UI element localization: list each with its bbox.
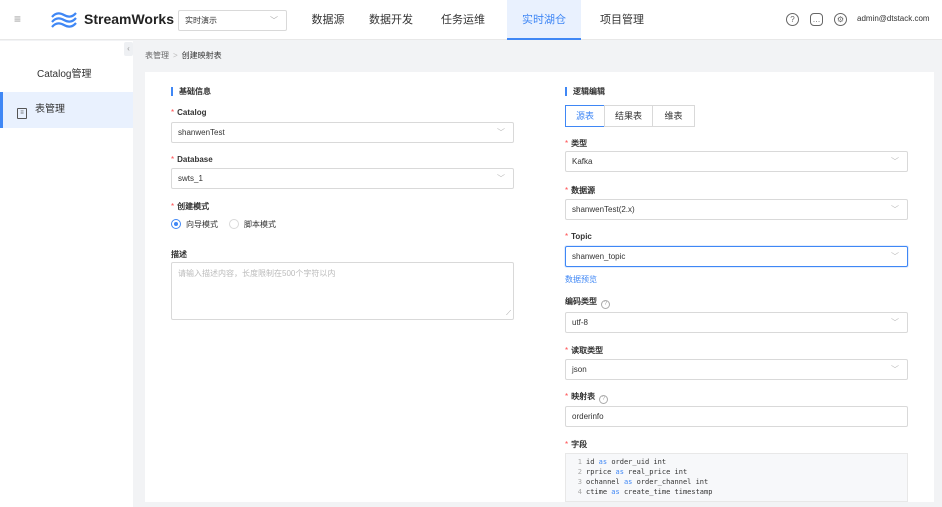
data-preview-link[interactable]: 数据预览 bbox=[565, 274, 597, 285]
settings-icon[interactable]: ⚙ bbox=[834, 13, 847, 26]
encoding-select-value: utf-8 bbox=[572, 318, 589, 327]
read-type-select-value: json bbox=[572, 365, 587, 374]
tab-result-table[interactable]: 结果表 bbox=[604, 105, 653, 127]
project-select-value: 实时演示 bbox=[185, 16, 217, 25]
sidebar-item-tables[interactable]: ≡ 表管理 bbox=[0, 92, 133, 128]
code-line: 3 ochannel as order_channel int bbox=[577, 478, 709, 486]
sidebar-item-label: 表管理 bbox=[35, 104, 65, 115]
read-type-select[interactable]: json ﹀ bbox=[565, 359, 908, 380]
chevron-down-icon: ﹀ bbox=[270, 16, 278, 25]
table-icon: ≡ bbox=[17, 108, 27, 119]
mode-label: * 创建模式 bbox=[171, 202, 210, 211]
radio-checked-icon bbox=[171, 219, 181, 229]
mapping-table-label: * 映射表? bbox=[565, 391, 609, 404]
encoding-label: 编码类型? bbox=[565, 296, 610, 309]
read-type-label: * 读取类型 bbox=[565, 346, 604, 355]
breadcrumb-parent[interactable]: 表管理 bbox=[145, 51, 169, 60]
nav-dev[interactable]: 数据开发 bbox=[363, 0, 419, 40]
topic-select[interactable]: shanwen_topic ﹀ bbox=[565, 246, 908, 267]
sidebar-item-catalog[interactable]: Catalog管理 bbox=[0, 57, 133, 93]
sidebar-item-label: Catalog管理 bbox=[37, 69, 92, 80]
type-select[interactable]: Kafka ﹀ bbox=[565, 151, 908, 172]
radio-unchecked-icon bbox=[229, 219, 239, 229]
breadcrumb-current: 创建映射表 bbox=[181, 51, 222, 60]
topic-label: * Topic bbox=[565, 232, 592, 241]
chevron-down-icon: ﹀ bbox=[497, 174, 505, 183]
project-select[interactable]: 实时演示 ﹀ bbox=[178, 10, 287, 31]
tab-dimension-table[interactable]: 维表 bbox=[652, 105, 695, 127]
mapping-table-input[interactable]: orderinfo bbox=[565, 406, 908, 427]
mapping-table-value: orderinfo bbox=[572, 412, 604, 421]
catalog-select[interactable]: shanwenTest ﹀ bbox=[171, 122, 514, 143]
basic-info-title: 基础信息 bbox=[171, 87, 211, 96]
catalog-select-value: shanwenTest bbox=[178, 128, 225, 137]
chevron-down-icon: ﹀ bbox=[891, 205, 899, 214]
menu-icon[interactable]: ≡ bbox=[14, 13, 26, 25]
fields-label: * 字段 bbox=[565, 440, 588, 449]
description-label: 描述 bbox=[171, 250, 187, 259]
nav-datasource[interactable]: 数据源 bbox=[305, 0, 351, 40]
logic-edit-title: 逻辑编辑 bbox=[565, 87, 605, 96]
mode-script-radio[interactable]: 脚本模式 bbox=[229, 219, 276, 230]
brand-name: StreamWorks bbox=[84, 11, 175, 27]
description-placeholder: 请输入描述内容，长度限制在500个字符以内 bbox=[178, 269, 336, 278]
type-label: * 类型 bbox=[565, 139, 588, 148]
streamworks-logo[interactable] bbox=[49, 9, 79, 31]
datasource-label: * 数据源 bbox=[565, 186, 596, 195]
code-line: 1 id as order_uid int bbox=[577, 458, 667, 466]
catalog-label: * Catalog bbox=[171, 108, 207, 117]
form-panel: 基础信息 * Catalog shanwenTest ﹀ * Database sw… bbox=[145, 72, 934, 502]
resize-handle-icon[interactable]: ⟋ bbox=[506, 310, 511, 318]
sidebar: Catalog管理 ≡ 表管理 bbox=[0, 41, 133, 507]
datasource-select[interactable]: shanwenTest(2.x) ﹀ bbox=[565, 199, 908, 220]
breadcrumb: 表管理 > 创建映射表 bbox=[145, 50, 222, 61]
chevron-down-icon: ﹀ bbox=[497, 128, 505, 137]
code-line: 4 ctime as create_time timestamp bbox=[577, 488, 713, 496]
help-icon[interactable]: ? bbox=[601, 300, 610, 309]
fields-code-editor[interactable]: 1 id as order_uid int 2 rprice as real_pri… bbox=[565, 453, 908, 502]
chevron-down-icon: ﹀ bbox=[891, 252, 899, 261]
mode-guided-radio[interactable]: 向导模式 bbox=[171, 219, 218, 230]
code-line: 2 rprice as real_price int bbox=[577, 468, 688, 476]
nav-lakehouse[interactable]: 实时湖仓 bbox=[507, 0, 581, 40]
chevron-down-icon: ﹀ bbox=[891, 365, 899, 374]
description-textarea[interactable]: 请输入描述内容，长度限制在500个字符以内 ⟋ bbox=[171, 262, 514, 320]
top-bar: ≡ StreamWorks 实时演示 ﹀ 数据源 数据开发 任务运维 实时湖仓 … bbox=[0, 0, 942, 40]
nav-ops[interactable]: 任务运维 bbox=[435, 0, 491, 40]
help-icon[interactable]: ? bbox=[599, 395, 609, 404]
message-icon[interactable]: … bbox=[810, 13, 823, 26]
encoding-select[interactable]: utf-8 ﹀ bbox=[565, 312, 908, 333]
database-select-value: swts_1 bbox=[178, 174, 203, 183]
datasource-select-value: shanwenTest(2.x) bbox=[572, 205, 635, 214]
nav-project[interactable]: 项目管理 bbox=[594, 0, 650, 40]
tab-source-table[interactable]: 源表 bbox=[565, 105, 605, 127]
chevron-down-icon: ﹀ bbox=[891, 318, 899, 327]
chevron-down-icon: ﹀ bbox=[891, 157, 899, 166]
database-label: * Database bbox=[171, 155, 213, 164]
breadcrumb-separator-icon: > bbox=[173, 51, 178, 60]
help-icon[interactable]: ? bbox=[786, 13, 799, 26]
type-select-value: Kafka bbox=[572, 157, 593, 166]
sidebar-collapse-button[interactable]: ‹ bbox=[124, 42, 133, 56]
topic-select-value: shanwen_topic bbox=[572, 252, 626, 261]
database-select[interactable]: swts_1 ﹀ bbox=[171, 168, 514, 189]
user-account[interactable]: admin@dtstack.com bbox=[857, 14, 930, 23]
